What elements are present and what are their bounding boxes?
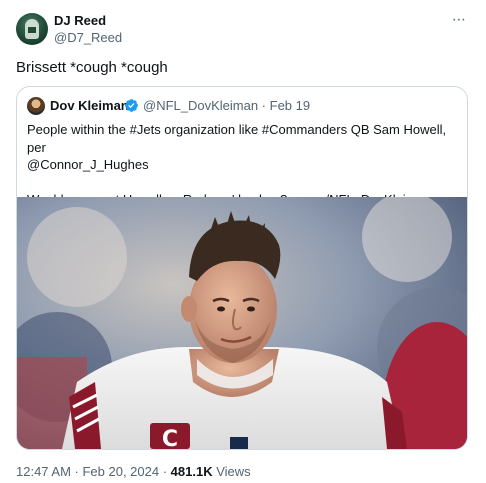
tweet-text: Brissett *cough *cough [16,59,168,76]
quote-author-name[interactable]: Dov Kleiman [50,98,129,114]
author-name[interactable]: DJ Reed [54,13,106,29]
author-avatar[interactable] [16,13,48,45]
quote-text: People within the #Jets organization lik… [27,121,459,209]
svg-text:C: C [162,427,178,449]
views-label: Views [212,464,251,479]
tweet: DJ Reed @D7_Reed ⋯ Brissett *cough *coug… [0,0,486,483]
quote-text-line: @Connor_J_Hughes [27,157,149,172]
tweet-meta: 12:47 AM · Feb 20, 2024 · 481.1K Views [16,464,251,480]
timestamp[interactable]: 12:47 AM · Feb 20, 2024 · [16,464,171,479]
views-count: 481.1K [170,464,213,479]
quote-photo[interactable]: C [17,197,467,449]
quote-author-handle[interactable]: @NFL_DovKleiman · Feb 19 [143,98,310,114]
quoted-tweet[interactable]: Dov Kleiman @NFL_DovKleiman · Feb 19 Peo… [16,86,468,450]
more-options-icon[interactable]: ⋯ [452,12,467,26]
author-handle[interactable]: @D7_Reed [54,30,122,46]
verified-badge-icon [125,99,138,112]
quote-author-avatar[interactable] [27,97,45,115]
quote-text-line: People within the #Jets organization lik… [27,122,447,155]
player-photo-illustration: C [17,197,467,449]
avatar-jersey [28,27,36,33]
